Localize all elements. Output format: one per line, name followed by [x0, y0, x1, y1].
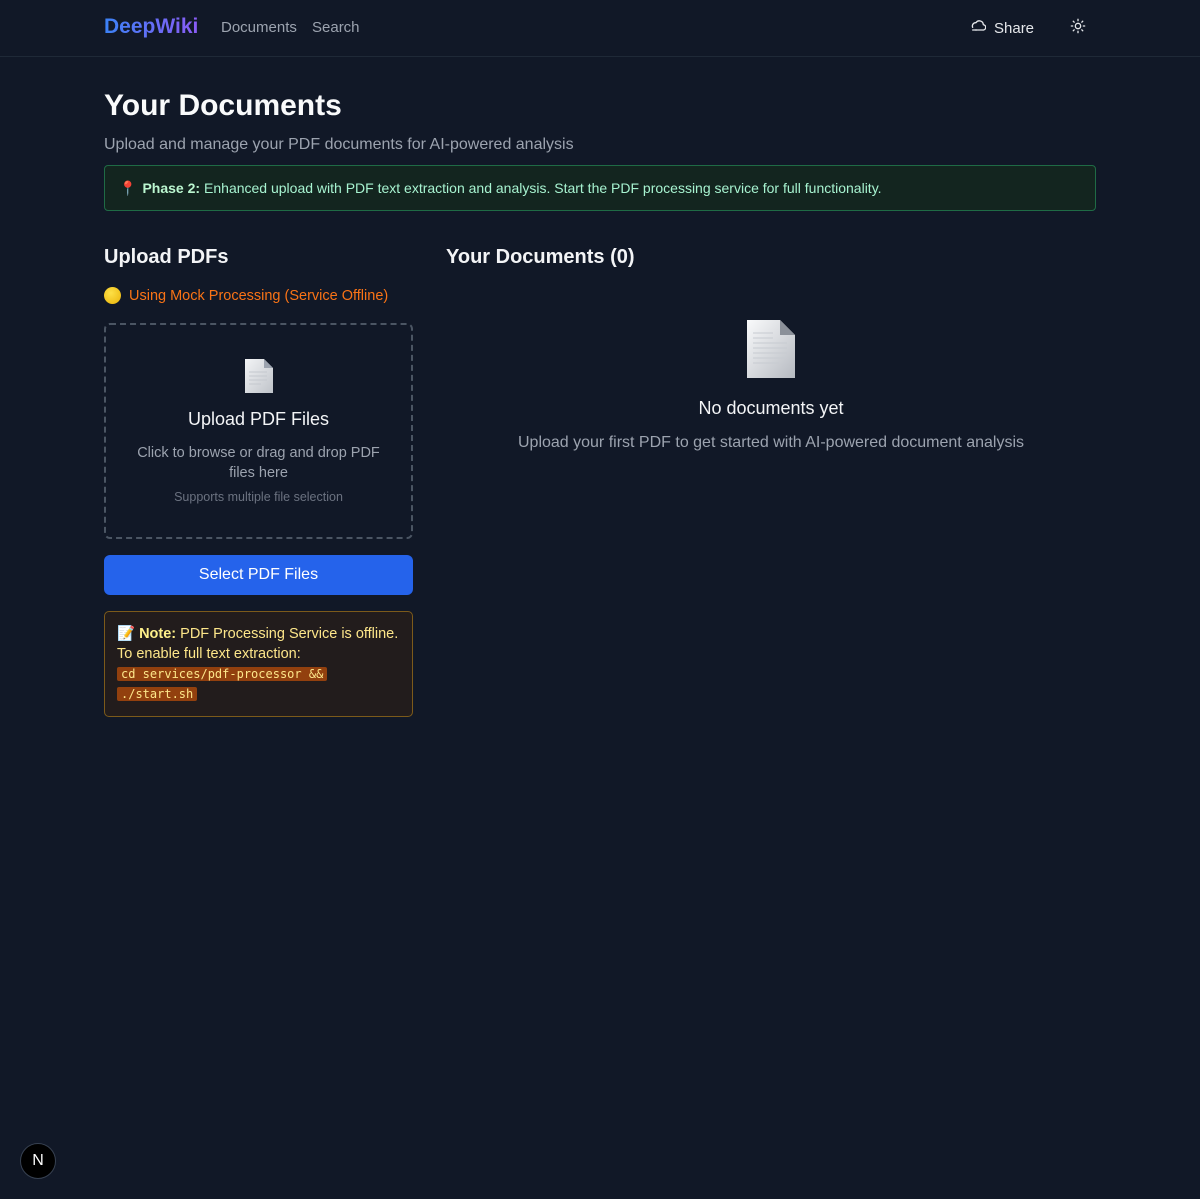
- memo-icon: 📝: [117, 626, 136, 642]
- documents-section-title: Your Documents (0): [446, 246, 635, 268]
- phase-info-banner: 📍 Phase 2: Enhanced upload with PDF text…: [104, 165, 1096, 211]
- processing-status: Using Mock Processing (Service Offline): [104, 287, 388, 304]
- pin-icon: 📍: [119, 179, 137, 196]
- service-offline-note: 📝 Note: PDF Processing Service is offline…: [104, 611, 413, 717]
- banner-label: Phase 2:: [142, 180, 201, 196]
- cloud-share-icon: [970, 18, 987, 38]
- pdf-dropzone[interactable]: Upload PDF Files Click to browse or drag…: [104, 323, 413, 539]
- select-pdf-files-button[interactable]: Select PDF Files: [104, 555, 413, 595]
- share-label: Share: [994, 19, 1035, 37]
- upload-section-title: Upload PDFs: [104, 246, 229, 268]
- share-button[interactable]: Share: [958, 12, 1044, 44]
- sun-icon: [1070, 18, 1086, 39]
- nav-link-search[interactable]: Search: [312, 19, 360, 36]
- command-code-line-2: ./start.sh: [117, 687, 198, 701]
- processing-status-text: Using Mock Processing (Service Offline): [129, 287, 389, 304]
- empty-state-description: Upload your first PDF to get started wit…: [517, 434, 1024, 451]
- dropzone-hint: Supports multiple file selection: [174, 490, 343, 504]
- empty-state-title: No documents yet: [698, 398, 844, 418]
- yellow-circle-icon: [104, 287, 121, 304]
- page-title: Your Documents: [104, 89, 342, 122]
- command-code-line-1: cd services/pdf-processor &&: [117, 667, 328, 681]
- theme-toggle-button[interactable]: [1064, 14, 1092, 42]
- banner-text: Enhanced upload with PDF text extraction…: [204, 180, 882, 196]
- empty-document-icon: [745, 319, 797, 384]
- dropzone-title: Upload PDF Files: [187, 409, 330, 429]
- page-subtitle: Upload and manage your PDF documents for…: [104, 136, 574, 153]
- note-label: Note:: [139, 626, 177, 642]
- brand-logo[interactable]: DeepWiki: [104, 15, 198, 39]
- dropzone-description: Click to browse or drag and drop PDF fil…: [137, 445, 380, 481]
- top-navigation-bar: DeepWiki Documents Search Share: [0, 0, 1200, 57]
- dev-tools-badge[interactable]: N: [20, 1143, 56, 1179]
- nav-link-documents[interactable]: Documents: [221, 19, 297, 36]
- document-icon: [243, 358, 275, 399]
